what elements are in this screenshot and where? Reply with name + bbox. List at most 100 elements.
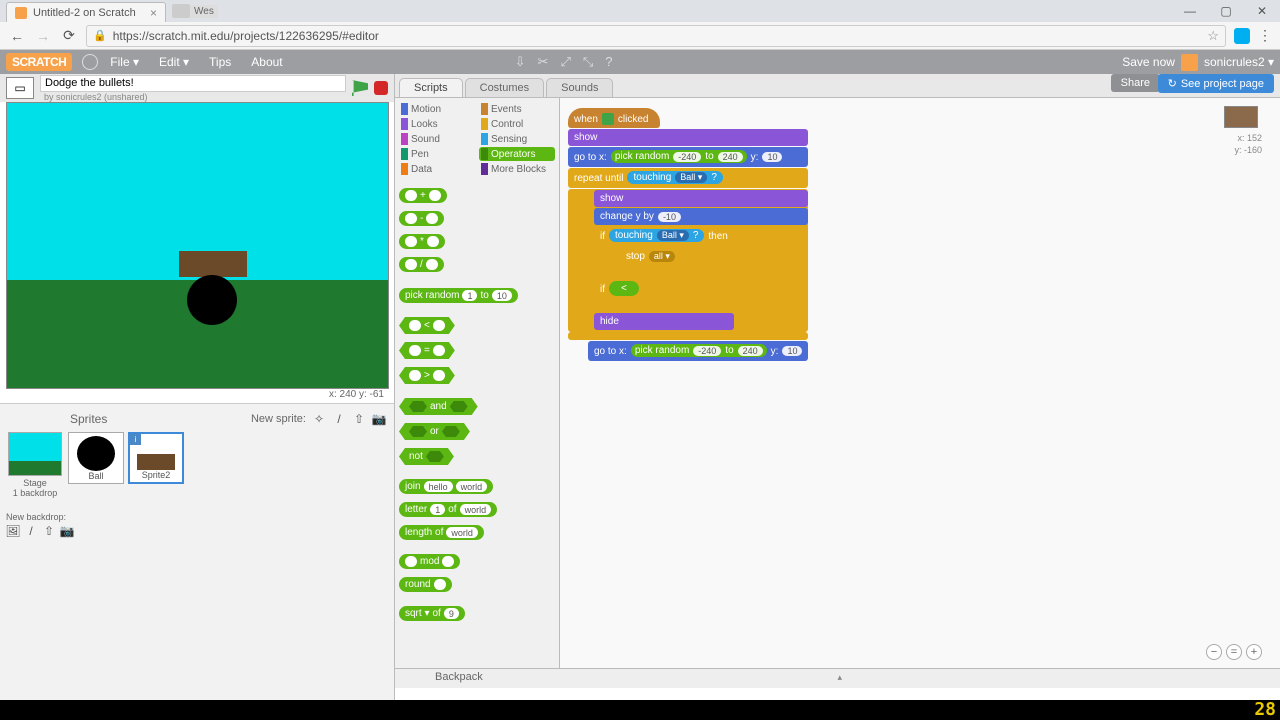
project-title-input[interactable] [40, 75, 346, 92]
category-operators[interactable]: Operators [479, 147, 555, 161]
block-if-2: if < [594, 278, 808, 300]
help-icon[interactable]: ? [605, 54, 612, 70]
op-or[interactable]: or [399, 423, 470, 440]
close-window-icon[interactable]: ✕ [1244, 0, 1280, 22]
reload-button[interactable]: ⟳ [60, 27, 78, 45]
grow-icon[interactable]: ⤢ [560, 54, 570, 70]
op-join[interactable]: joinhelloworld [399, 479, 493, 494]
op-add[interactable]: + [399, 188, 447, 203]
sprite-info-icon[interactable]: i [130, 434, 141, 445]
share-button[interactable]: Share [1111, 74, 1160, 92]
maximize-icon[interactable]: ▢ [1208, 0, 1244, 22]
sprite-sprite2[interactable] [179, 251, 247, 277]
flag-icon [602, 113, 614, 125]
shrink-icon[interactable]: ⤡ [583, 54, 593, 70]
sprite-thumb-ball[interactable]: Ball [68, 432, 124, 484]
block-goto-xy-2: go to x: pick random-240to240 y:10 [588, 341, 808, 361]
stop-sign-icon[interactable] [374, 81, 388, 95]
script-stack-1[interactable]: whenclicked show go to x: pick random-24… [568, 108, 808, 362]
username[interactable]: sonicrules2 ▾ [1204, 55, 1274, 69]
skype-extension-icon[interactable] [1234, 28, 1250, 44]
choose-backdrop-icon[interactable]: 🖼 [6, 524, 20, 538]
minimize-icon[interactable]: — [1172, 0, 1208, 22]
block-palette: Motion Events Looks Control Sound Sensing Pen O… [395, 98, 560, 668]
chevron-up-icon[interactable]: ▴ [838, 672, 843, 683]
choose-sprite-icon[interactable]: ✧ [312, 412, 326, 426]
new-tab-button[interactable] [172, 4, 190, 18]
sprites-panel: Sprites New sprite: ✧ / ⇧ 📷 Stage 1 back… [0, 403, 394, 700]
op-gt[interactable]: > [399, 367, 455, 384]
upload-sprite-icon[interactable]: ⇧ [352, 412, 366, 426]
stage-thumbnail[interactable]: Stage 1 backdrop [6, 432, 64, 498]
sprite-thumb-sprite2[interactable]: i Sprite2 [128, 432, 184, 484]
op-lt[interactable]: < [399, 317, 455, 334]
address-bar[interactable]: 🔒 https://scratch.mit.edu/projects/12263… [86, 25, 1226, 47]
category-events[interactable]: Events [479, 102, 555, 116]
category-data[interactable]: Data [399, 162, 475, 176]
category-more-blocks[interactable]: More Blocks [479, 162, 555, 176]
op-sub[interactable]: - [399, 211, 444, 226]
menu-file[interactable]: File ▾ [102, 55, 147, 69]
op-div[interactable]: / [399, 257, 444, 272]
profile-badge[interactable]: Wes [190, 5, 218, 18]
language-globe-icon[interactable] [82, 54, 98, 70]
backpack-panel[interactable]: Backpack ▴ [395, 668, 1280, 688]
editor-body: Motion Events Looks Control Sound Sensing Pen O… [395, 98, 1280, 668]
category-control[interactable]: Control [479, 117, 555, 131]
op-mul[interactable]: * [399, 234, 445, 249]
menu-tips[interactable]: Tips [201, 55, 239, 69]
stage-canvas[interactable] [6, 102, 389, 389]
duplicate-icon[interactable]: ⇩ [515, 54, 526, 70]
block-repeat-end [568, 332, 808, 340]
close-tab-icon[interactable]: × [150, 6, 157, 20]
delete-icon[interactable]: ✂ [538, 54, 549, 70]
zoom-controls: − = + [1206, 644, 1262, 660]
category-motion[interactable]: Motion [399, 102, 475, 116]
project-header: ▭ by sonicrules2 (unshared) [0, 74, 394, 102]
tab-scripts[interactable]: Scripts [399, 78, 463, 97]
upload-backdrop-icon[interactable]: ⇧ [42, 524, 56, 538]
save-now[interactable]: Save now [1122, 55, 1175, 69]
block-if-then: if touchingBall ▾? then [594, 226, 808, 246]
category-sensing[interactable]: Sensing [479, 132, 555, 146]
user-avatar-icon[interactable] [1181, 54, 1198, 71]
category-sound[interactable]: Sound [399, 132, 475, 146]
sprite-ball[interactable] [187, 275, 237, 325]
op-and[interactable]: and [399, 398, 478, 415]
op-pick-random[interactable]: pick random1to10 [399, 288, 518, 303]
op-mod[interactable]: mod [399, 554, 460, 569]
tab-sounds[interactable]: Sounds [546, 78, 613, 97]
sprite-preview-thumb [1224, 106, 1258, 128]
menu-edit[interactable]: Edit ▾ [151, 55, 197, 69]
sprites-label: Sprites [70, 412, 107, 426]
category-looks[interactable]: Looks [399, 117, 475, 131]
zoom-reset-icon[interactable]: = [1226, 644, 1242, 660]
tab-costumes[interactable]: Costumes [465, 78, 545, 97]
paint-backdrop-icon[interactable]: / [24, 524, 38, 538]
op-not[interactable]: not [399, 448, 454, 465]
paint-sprite-icon[interactable]: / [332, 412, 346, 426]
chrome-menu-icon[interactable]: ⋮ [1258, 27, 1272, 44]
category-pen[interactable]: Pen [399, 147, 475, 161]
zoom-out-icon[interactable]: − [1206, 644, 1222, 660]
op-letter[interactable]: letter1ofworld [399, 502, 497, 517]
bookmark-star-icon[interactable]: ☆ [1207, 28, 1219, 44]
browser-toolbar: ← → ⟳ 🔒 https://scratch.mit.edu/projects… [0, 22, 1280, 50]
stage-view-toggle[interactable]: ▭ [6, 77, 34, 99]
left-column: ▭ by sonicrules2 (unshared) x: 240 y: -6… [0, 74, 395, 700]
op-length[interactable]: length ofworld [399, 525, 484, 540]
script-canvas[interactable]: x: 152y: -160 whenclicked show go to x: … [560, 98, 1280, 668]
camera-sprite-icon[interactable]: 📷 [372, 412, 386, 426]
menu-about[interactable]: About [243, 55, 290, 69]
zoom-in-icon[interactable]: + [1246, 644, 1262, 660]
back-button[interactable]: ← [8, 27, 26, 45]
scratch-logo[interactable]: SCRATCH [6, 53, 72, 71]
camera-backdrop-icon[interactable]: 📷 [60, 524, 74, 538]
see-project-button[interactable]: ↻ See project page [1158, 74, 1274, 93]
op-sqrt[interactable]: sqrt ▾of9 [399, 606, 465, 621]
op-eq[interactable]: = [399, 342, 455, 359]
window-controls: — ▢ ✕ [1172, 0, 1280, 22]
green-flag-icon[interactable] [352, 80, 368, 96]
op-round[interactable]: round [399, 577, 452, 592]
browser-tab[interactable]: Untitled-2 on Scratch × [6, 2, 166, 22]
